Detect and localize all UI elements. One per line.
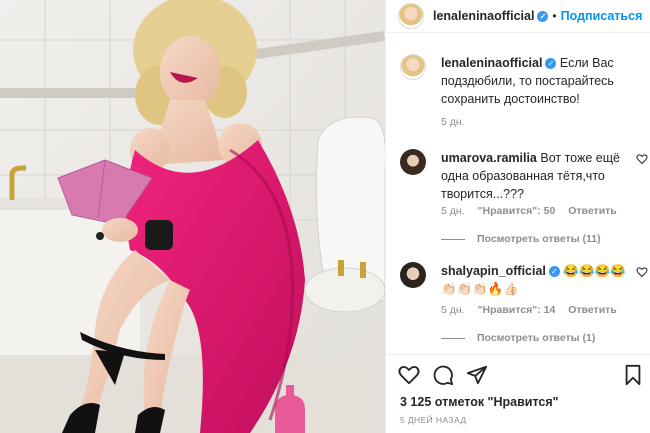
commenter-avatar[interactable]: [400, 262, 426, 288]
verified-icon: ✓: [548, 266, 560, 278]
verified-icon: ✓: [537, 11, 549, 23]
comment-likes[interactable]: "Нравится": 50: [478, 205, 556, 217]
comment-time[interactable]: 5 дн.: [441, 205, 465, 217]
comment-username[interactable]: shalyapin_official: [441, 264, 546, 278]
share-icon[interactable]: [466, 364, 488, 386]
post-sidebar: lenaleninaofficial ✓ • Подписаться lenale…: [385, 0, 650, 433]
comment-likes[interactable]: "Нравится": 14: [478, 304, 556, 316]
reply-button[interactable]: Ответить: [568, 205, 617, 217]
comment-icon[interactable]: [432, 364, 454, 386]
replies-divider: [441, 337, 465, 339]
photo-illustration: [0, 0, 385, 433]
heart-icon[interactable]: [636, 153, 648, 165]
heart-icon[interactable]: [636, 266, 648, 278]
comment-text: umarova.ramilia Вот тоже ещё одна образо…: [441, 151, 620, 201]
author-avatar[interactable]: [398, 3, 424, 29]
caption-username[interactable]: lenaleninaofficial: [441, 56, 542, 70]
comment-username[interactable]: umarova.ramilia: [441, 151, 537, 165]
replies-divider: [441, 238, 465, 240]
post-date[interactable]: 5 ДНЕЙ НАЗАД: [400, 415, 466, 425]
caption-meta: 5 дн.: [441, 116, 475, 128]
author-username[interactable]: lenaleninaofficial ✓: [433, 9, 549, 23]
caption-avatar[interactable]: [400, 54, 426, 80]
comment-meta: 5 дн. "Нравится": 14 Ответить: [441, 304, 627, 316]
verified-icon: ✓: [545, 58, 557, 70]
commenter-avatar[interactable]: [400, 149, 426, 175]
post-header: lenaleninaofficial ✓ • Подписаться: [386, 0, 650, 33]
follow-button[interactable]: Подписаться: [561, 9, 643, 23]
comment-meta: 5 дн. "Нравится": 50 Ответить: [441, 205, 627, 217]
post-actions: 3 125 отметок "Нравится" 5 ДНЕЙ НАЗАД: [386, 354, 650, 433]
likes-count[interactable]: 3 125 отметок "Нравится": [400, 395, 559, 409]
comment-time[interactable]: 5 дн.: [441, 304, 465, 316]
view-replies-button[interactable]: Посмотреть ответы (1): [441, 332, 595, 344]
comment-text: shalyapin_official ✓ 😂😂😂😂👏🏻👏🏻👏🏻🔥👍🏻: [441, 264, 626, 296]
heart-icon[interactable]: [398, 364, 420, 386]
bookmark-icon[interactable]: [622, 364, 644, 386]
caption-text: lenaleninaofficial ✓ Если Вас подздюбили,…: [441, 56, 614, 106]
view-replies-button[interactable]: Посмотреть ответы (11): [441, 233, 601, 245]
separator-dot: •: [552, 9, 557, 23]
reply-button[interactable]: Ответить: [568, 304, 617, 316]
caption-time[interactable]: 5 дн.: [441, 116, 465, 128]
post-photo[interactable]: [0, 0, 385, 433]
